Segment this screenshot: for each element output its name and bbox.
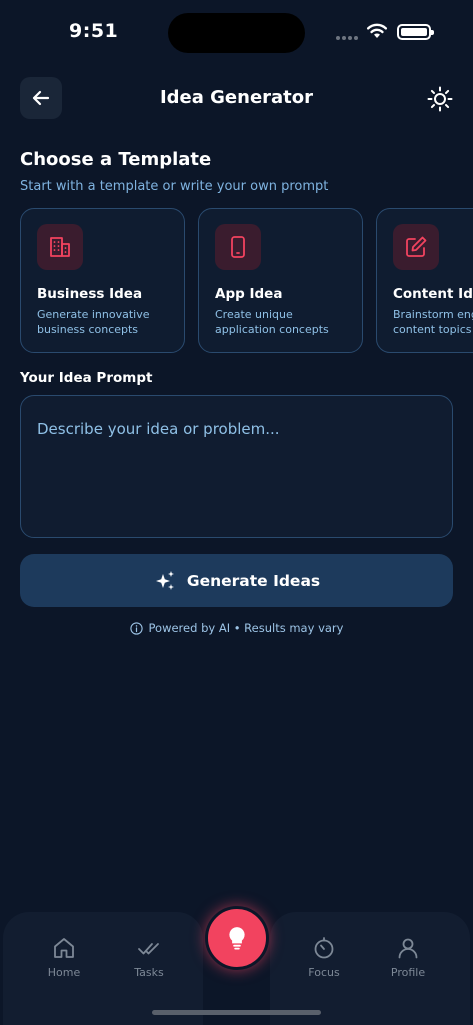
battery-icon (397, 24, 434, 40)
nav-item-focus[interactable]: Focus (294, 936, 354, 979)
nav-label: Profile (390, 966, 426, 979)
template-description: Brainstorm engagingcontent topics (393, 308, 473, 336)
dynamic-island (168, 13, 305, 53)
section-title: Choose a Template (20, 149, 212, 170)
edit-icon (393, 224, 439, 270)
template-title: Business Idea (37, 286, 143, 302)
bottom-nav: Home Tasks Focus Profile (0, 906, 473, 1025)
lightbulb-icon (229, 927, 245, 950)
prompt-input[interactable] (37, 420, 437, 520)
nav-label: Focus (308, 966, 340, 979)
home-icon (54, 938, 74, 958)
building-icon (37, 224, 83, 270)
nav-item-profile[interactable]: Profile (378, 936, 438, 979)
ai-disclaimer: Powered by AI • Results may vary (0, 621, 473, 635)
template-title: Content Idea (393, 286, 473, 302)
template-description: Generate innovative business concepts (37, 308, 150, 336)
generate-ideas-label: Generate Ideas (186, 571, 321, 590)
template-title: App Idea (215, 286, 283, 302)
prompt-field[interactable] (20, 395, 453, 538)
template-description: Create unique application concepts (215, 308, 329, 336)
template-card-content[interactable]: Content Idea Brainstorm engagingcontent … (376, 208, 473, 353)
template-card-business[interactable]: Business Idea Generate innovative busines… (20, 208, 185, 353)
wifi-icon (367, 23, 387, 38)
prompt-label: Your Idea Prompt (20, 370, 153, 386)
sun-icon (427, 86, 453, 112)
timer-icon (314, 937, 334, 959)
user-icon (398, 938, 418, 959)
cellular-signal-icon (336, 36, 358, 40)
nav-item-home[interactable]: Home (34, 936, 94, 979)
template-card-app[interactable]: App Idea Create unique application concep… (198, 208, 363, 353)
smartphone-icon (215, 224, 261, 270)
info-icon (129, 621, 143, 635)
status-bar: 9:51 (0, 0, 473, 64)
generate-ideas-button[interactable]: Generate Ideas (20, 554, 453, 607)
ai-disclaimer-text: Powered by AI • Results may vary (148, 621, 344, 635)
sparkles-icon (155, 570, 174, 590)
status-time: 9:51 (69, 20, 119, 42)
nav-item-tasks[interactable]: Tasks (119, 936, 179, 979)
idea-fab-button[interactable] (205, 906, 269, 970)
nav-label: Home (47, 966, 81, 979)
template-carousel[interactable]: Business Idea Generate innovative busines… (20, 208, 473, 353)
page-title: Idea Generator (159, 87, 314, 108)
home-indicator[interactable] (152, 1010, 321, 1015)
double-check-icon (138, 943, 159, 955)
theme-toggle-button[interactable] (426, 85, 454, 113)
section-subtitle: Start with a template or write your own … (20, 179, 329, 194)
nav-label: Tasks (134, 966, 164, 979)
